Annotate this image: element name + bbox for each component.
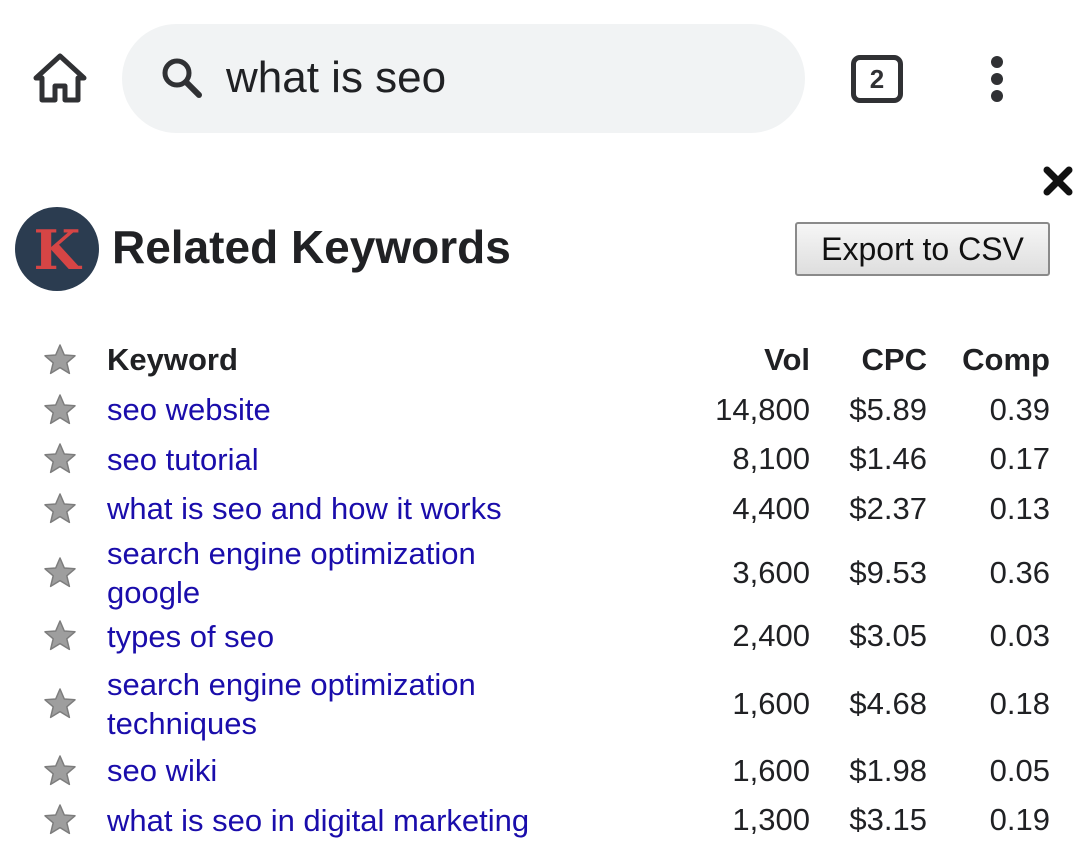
comp-cell: 0.05 bbox=[927, 746, 1050, 796]
table-row: search engine optimization techniques 1,… bbox=[30, 661, 1050, 746]
star-icon[interactable] bbox=[42, 441, 78, 477]
cpc-cell: $4.68 bbox=[810, 661, 927, 746]
header-comp: Comp bbox=[927, 335, 1050, 385]
header-vol: Vol bbox=[680, 335, 810, 385]
keywords-table: Keyword Vol CPC Comp seo website 14,800 … bbox=[30, 335, 1050, 845]
table-row: types of seo 2,400 $3.05 0.03 bbox=[30, 612, 1050, 662]
vol-cell: 1,600 bbox=[680, 746, 810, 796]
keyword-link[interactable]: what is seo in digital marketing bbox=[107, 801, 529, 840]
keyword-link[interactable]: search engine optimization google bbox=[107, 534, 577, 612]
cpc-cell: $2.37 bbox=[810, 484, 927, 534]
star-icon[interactable] bbox=[42, 392, 78, 428]
comp-cell: 0.19 bbox=[927, 796, 1050, 845]
vol-cell: 2,400 bbox=[680, 612, 810, 662]
header-keyword: Keyword bbox=[107, 335, 680, 385]
vol-cell: 3,600 bbox=[680, 534, 810, 612]
keyword-link[interactable]: what is seo and how it works bbox=[107, 489, 502, 528]
browser-toolbar: what is seo 2 bbox=[0, 0, 1075, 150]
star-icon[interactable] bbox=[42, 686, 78, 722]
table-row: seo tutorial 8,100 $1.46 0.17 bbox=[30, 435, 1050, 485]
cpc-cell: $3.15 bbox=[810, 796, 927, 845]
star-icon[interactable] bbox=[42, 618, 78, 654]
comp-cell: 0.18 bbox=[927, 661, 1050, 746]
table-row: search engine optimization google 3,600 … bbox=[30, 534, 1050, 612]
keyword-link[interactable]: seo tutorial bbox=[107, 440, 259, 479]
keyword-link[interactable]: seo wiki bbox=[107, 751, 217, 790]
cpc-cell: $1.46 bbox=[810, 435, 927, 485]
keywords-everywhere-logo: K bbox=[15, 207, 99, 291]
export-csv-button[interactable]: Export to CSV bbox=[795, 222, 1050, 276]
cpc-cell: $3.05 bbox=[810, 612, 927, 662]
table-row: seo website 14,800 $5.89 0.39 bbox=[30, 385, 1050, 435]
tab-switcher-button[interactable]: 2 bbox=[851, 55, 903, 103]
star-icon[interactable] bbox=[42, 491, 78, 527]
star-icon[interactable] bbox=[42, 753, 78, 789]
vol-cell: 14,800 bbox=[680, 385, 810, 435]
vol-cell: 4,400 bbox=[680, 484, 810, 534]
comp-cell: 0.03 bbox=[927, 612, 1050, 662]
home-button[interactable] bbox=[30, 50, 90, 106]
address-bar[interactable]: what is seo bbox=[122, 24, 805, 133]
header-cpc: CPC bbox=[810, 335, 927, 385]
table-row: what is seo and how it works 4,400 $2.37… bbox=[30, 484, 1050, 534]
svg-text:K: K bbox=[34, 218, 83, 282]
table-row: what is seo in digital marketing 1,300 $… bbox=[30, 796, 1050, 845]
keyword-link[interactable]: seo website bbox=[107, 390, 271, 429]
cpc-cell: $1.98 bbox=[810, 746, 927, 796]
comp-cell: 0.36 bbox=[927, 534, 1050, 612]
comp-cell: 0.17 bbox=[927, 435, 1050, 485]
home-icon bbox=[30, 50, 90, 106]
panel-title: Related Keywords bbox=[112, 217, 511, 277]
cpc-cell: $9.53 bbox=[810, 534, 927, 612]
header-star-cell bbox=[30, 335, 107, 385]
close-icon[interactable] bbox=[1042, 165, 1074, 197]
comp-cell: 0.13 bbox=[927, 484, 1050, 534]
cpc-cell: $5.89 bbox=[810, 385, 927, 435]
vol-cell: 1,600 bbox=[680, 661, 810, 746]
vol-cell: 8,100 bbox=[680, 435, 810, 485]
search-icon bbox=[160, 56, 204, 100]
star-icon[interactable] bbox=[42, 342, 78, 378]
star-icon[interactable] bbox=[42, 555, 78, 591]
keyword-link[interactable]: search engine optimization techniques bbox=[107, 665, 577, 743]
vol-cell: 1,300 bbox=[680, 796, 810, 845]
search-query-text[interactable]: what is seo bbox=[226, 49, 446, 107]
more-vert-icon[interactable] bbox=[982, 54, 1014, 104]
table-row: seo wiki 1,600 $1.98 0.05 bbox=[30, 746, 1050, 796]
comp-cell: 0.39 bbox=[927, 385, 1050, 435]
keyword-link[interactable]: types of seo bbox=[107, 617, 274, 656]
table-header-row: Keyword Vol CPC Comp bbox=[30, 335, 1050, 385]
